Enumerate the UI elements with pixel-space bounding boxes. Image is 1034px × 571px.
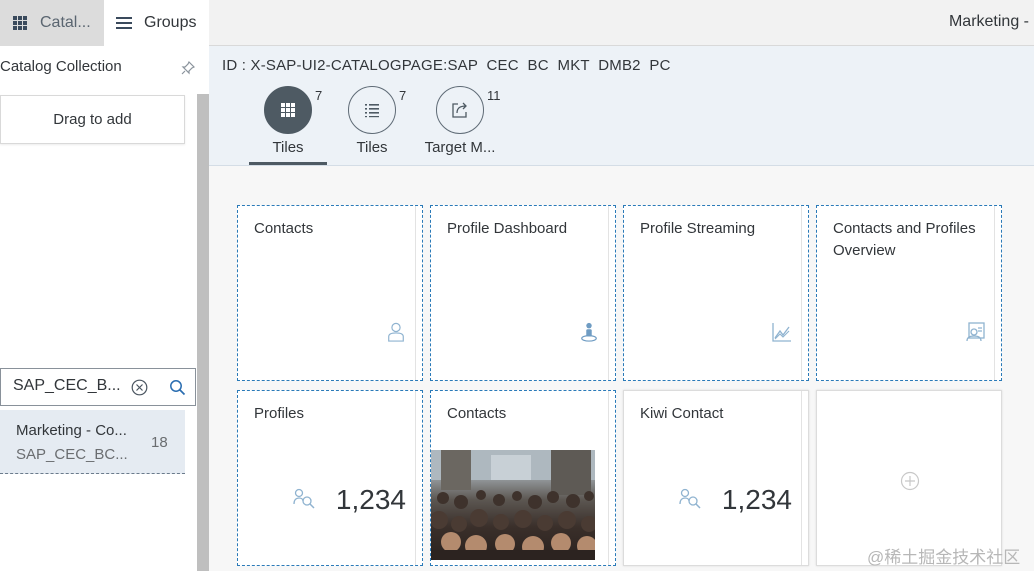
crowd-photo-graphic: [431, 450, 595, 560]
tile-profile-dashboard[interactable]: Profile Dashboard: [430, 205, 616, 381]
tab-label: Tiles: [272, 139, 304, 156]
tab-icon-circle: [264, 86, 312, 134]
clear-icon[interactable]: [131, 379, 148, 396]
left-tab-bar: Catal... Groups: [0, 0, 209, 46]
crowd-photo: [431, 450, 595, 560]
search-icon[interactable]: [169, 379, 186, 396]
menu-icon: [116, 17, 132, 29]
tab-count: 7: [399, 88, 407, 103]
tab-icon-circle: [436, 86, 484, 134]
list-icon: [365, 104, 379, 118]
watermark: @稀土掘金技术社区: [867, 548, 1021, 567]
catalog-item-subtitle: SAP_CEC_BC...: [16, 446, 128, 463]
tile-edge: [801, 391, 802, 565]
catalog-item-title: Marketing - Co...: [16, 422, 127, 439]
tile-edge: [608, 391, 609, 565]
add-icon[interactable]: [900, 471, 920, 491]
tile-title: Profile Streaming: [640, 220, 756, 237]
tab-tiles-list[interactable]: 7 Tiles: [327, 86, 417, 162]
selected-tab-indicator: [249, 162, 327, 165]
tab-target-mappings[interactable]: 11 Target M...: [415, 86, 505, 162]
tile-title: Contacts: [254, 220, 314, 237]
tile-profiles[interactable]: Profiles 1,234: [237, 390, 423, 566]
person-icon: [388, 322, 404, 342]
tile-add[interactable]: [816, 390, 1002, 566]
drag-to-add-label: Drag to add: [53, 111, 132, 128]
tab-icon-circle: [348, 86, 396, 134]
tab-catalog-label: Catal...: [40, 14, 91, 31]
tile-title: Contacts: [447, 405, 507, 422]
tile-title: Profile Dashboard: [447, 220, 568, 237]
tile-kpi-number: 1,234: [335, 484, 406, 515]
pin-icon[interactable]: [181, 61, 195, 75]
map-pin-person-icon: [581, 322, 597, 342]
tile-contacts-profiles-overview[interactable]: Contacts and Profiles Overview: [816, 205, 1002, 381]
tile-kpi-number: 1,234: [721, 484, 792, 515]
catalog-header: ID : X-SAP-UI2-CATALOGPAGE:SAP CEC BC MK…: [209, 46, 1034, 166]
tile-edge: [801, 206, 802, 380]
tile-contacts-image[interactable]: Contacts: [430, 390, 616, 566]
people-search-icon: [679, 488, 701, 509]
catalog-id: ID : X-SAP-UI2-CATALOGPAGE:SAP CEC BC MK…: [222, 57, 671, 74]
people-search-icon: [293, 488, 315, 509]
tile-edge: [608, 206, 609, 380]
tab-label: Tiles: [356, 139, 388, 156]
tile-profile-streaming[interactable]: Profile Streaming: [623, 205, 809, 381]
tab-count: 7: [315, 88, 323, 103]
tab-groups[interactable]: Groups: [104, 0, 209, 46]
share-icon: [452, 102, 467, 118]
scrollbar[interactable]: [197, 94, 209, 571]
tab-count: 11: [487, 88, 501, 103]
catalog-item-count: 18: [151, 434, 168, 451]
contact-card-icon: [966, 322, 985, 342]
catalog-collection-label: Catalog Collection: [0, 58, 122, 75]
grid-icon: [281, 103, 295, 117]
catalog-content: Marketing - ID : X-SAP-UI2-CATALOGPAGE:S…: [209, 0, 1034, 571]
tile-contacts[interactable]: Contacts: [237, 205, 423, 381]
tile-title: Kiwi Contact: [640, 405, 724, 422]
page-title: Marketing -: [948, 13, 1029, 30]
tile-title: Profiles: [254, 405, 305, 422]
catalog-collection-header: Catalog Collection: [0, 58, 197, 82]
tile-edge: [415, 391, 416, 565]
line-chart-icon: [772, 323, 791, 342]
catalog-search-field[interactable]: [0, 368, 196, 406]
tab-tiles-grid[interactable]: 7 Tiles: [243, 86, 333, 165]
tile-kiwi-contact[interactable]: Kiwi Contact 1,234: [623, 390, 809, 566]
grid-icon: [13, 16, 27, 30]
tile-title: Contacts and Profiles Overview: [833, 220, 976, 259]
catalog-list-item[interactable]: Marketing - Co... SAP_CEC_BC... 18: [0, 410, 185, 474]
catalog-search-input[interactable]: [13, 377, 121, 395]
tile-edge: [415, 206, 416, 380]
tab-label: Target M...: [424, 139, 496, 156]
catalog-panel: Catal... Groups Catalog Collection Drag …: [0, 0, 209, 571]
shell-header: Marketing -: [209, 0, 1034, 46]
drag-to-add-dropzone[interactable]: Drag to add: [0, 95, 185, 144]
tab-catalog[interactable]: Catal...: [0, 0, 104, 46]
tile-edge: [994, 206, 995, 380]
tab-groups-label: Groups: [144, 14, 197, 31]
